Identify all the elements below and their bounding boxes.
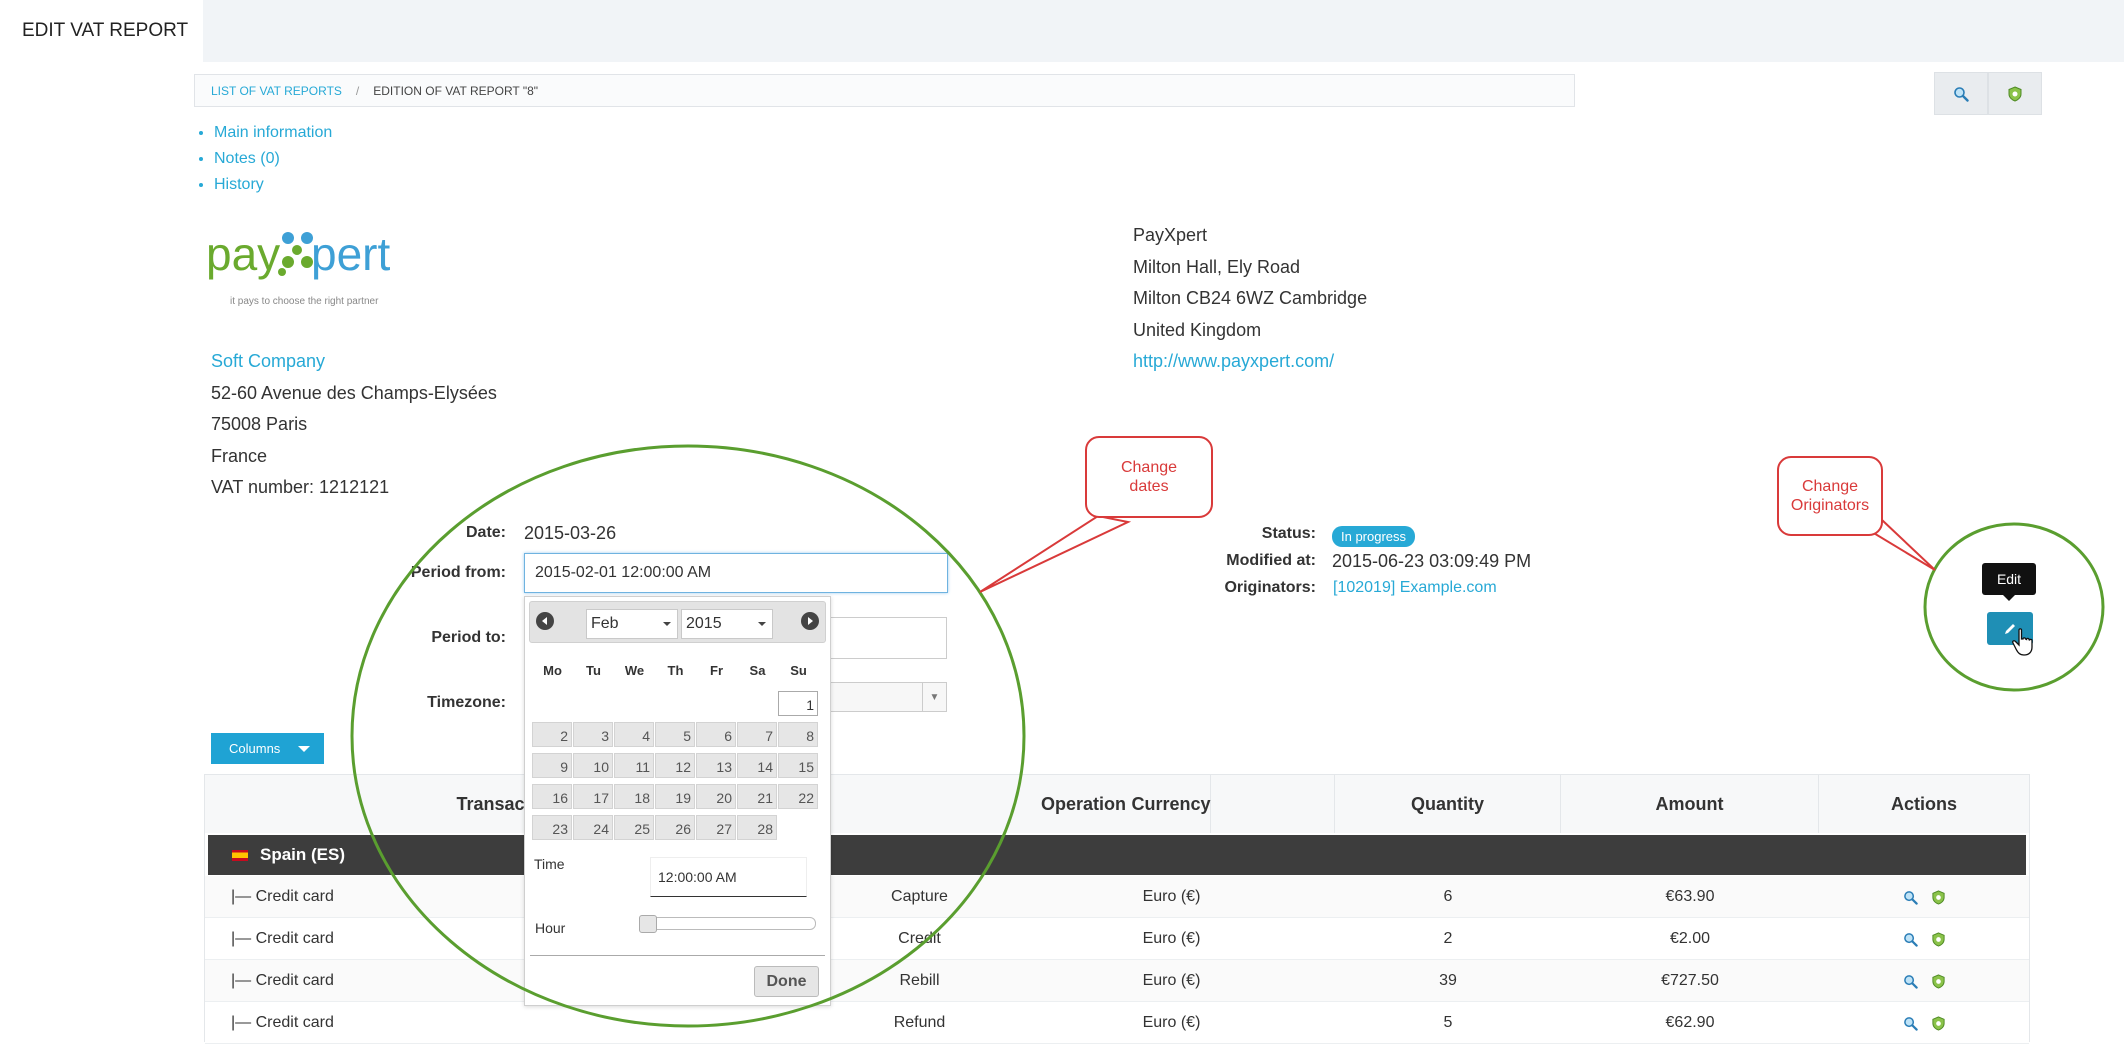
change-originators-callout: Change Originators bbox=[1777, 456, 1883, 536]
change-dates-callout: Change dates bbox=[1085, 436, 1213, 518]
edit-tooltip: Edit bbox=[1982, 563, 2036, 595]
date-highlight-ellipse bbox=[350, 444, 1026, 1028]
tooltip-arrow bbox=[2003, 595, 2015, 601]
edit-highlight-ellipse bbox=[1923, 522, 2105, 692]
callout-pointer-dates bbox=[979, 514, 1132, 593]
hand-cursor-icon bbox=[2012, 628, 2033, 656]
